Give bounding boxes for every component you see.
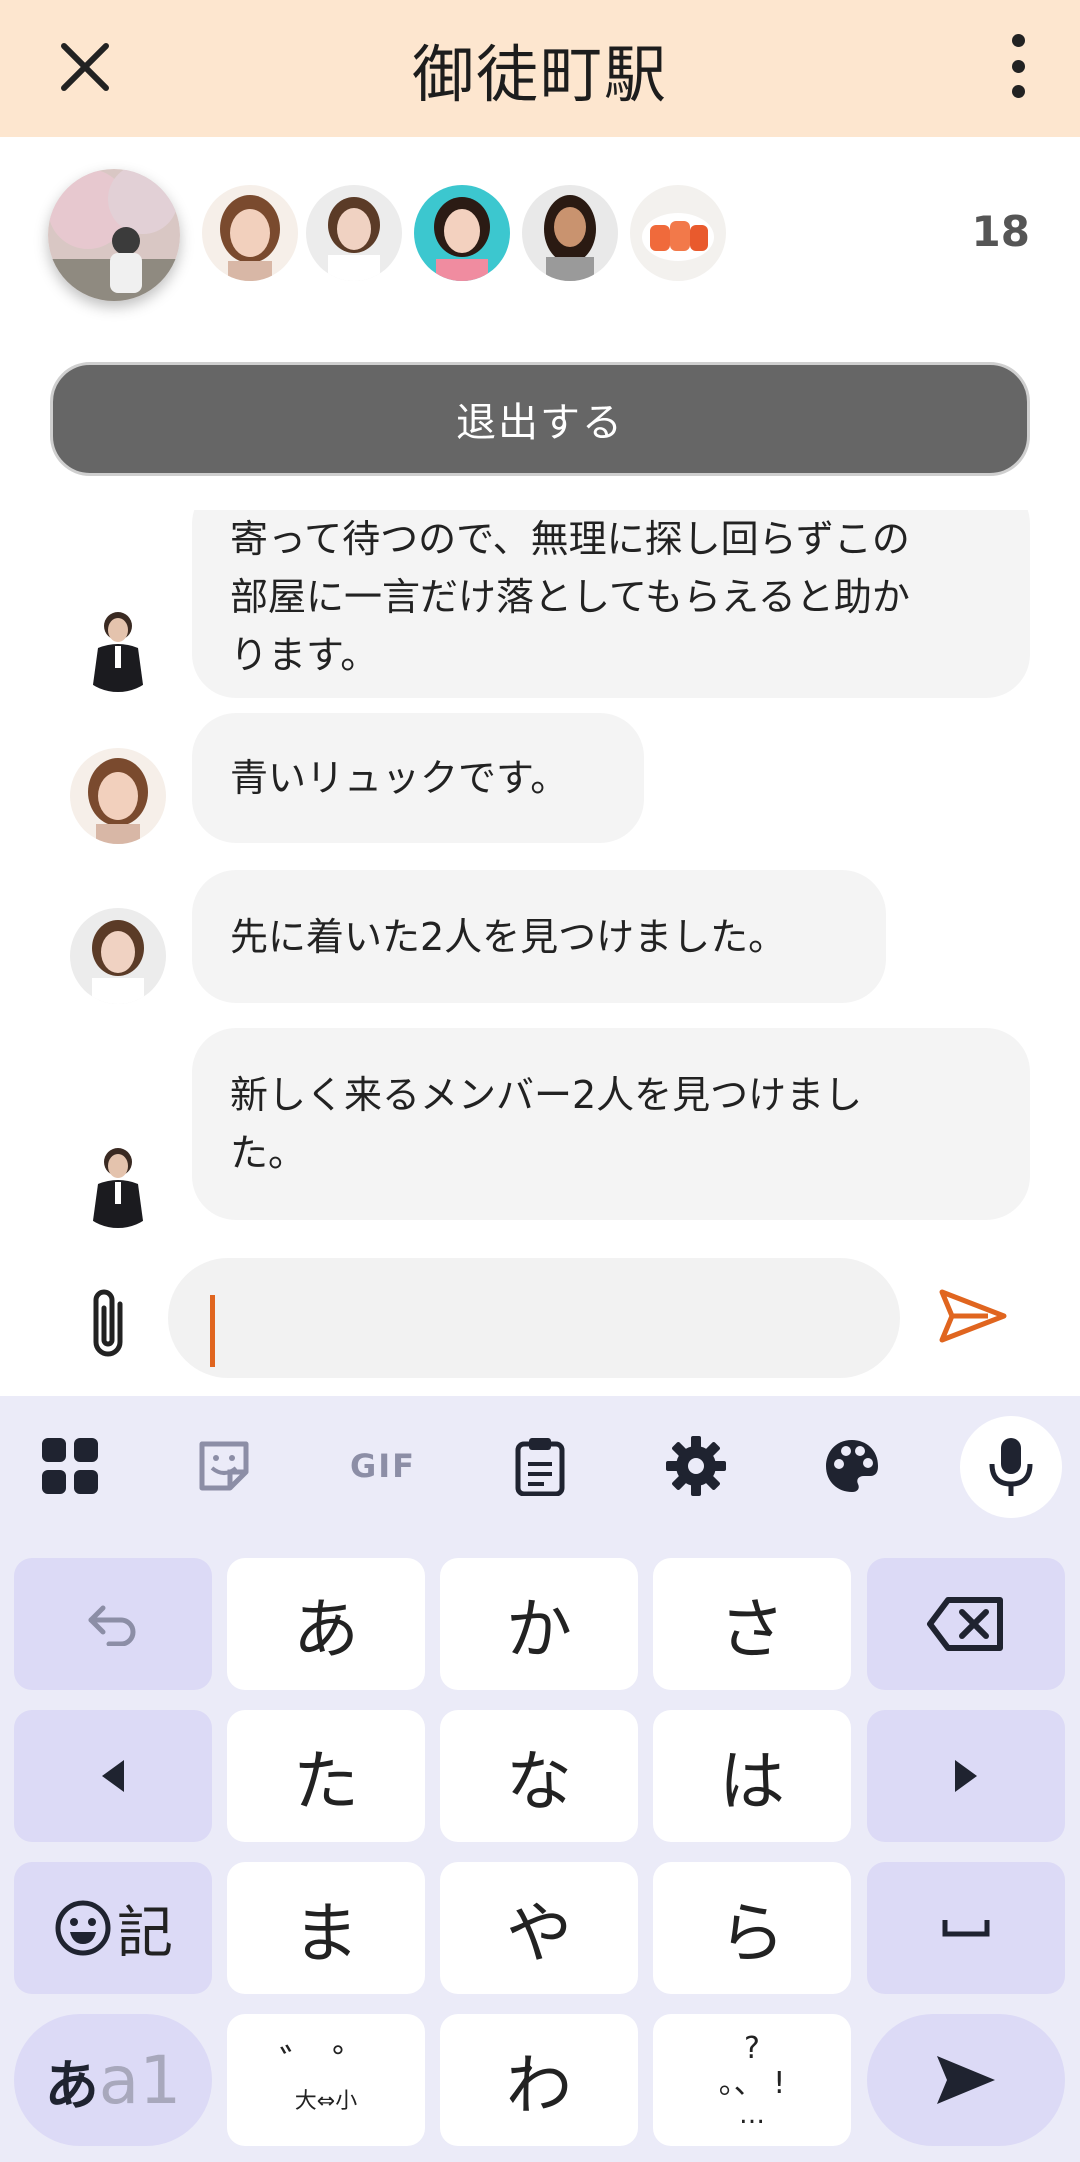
kana-key-sa[interactable]: さ <box>653 1558 851 1690</box>
dakuten-key[interactable]: ゛ ゜ 大⇔小 <box>227 2014 425 2146</box>
message-line: 部屋に一言だけ落としてもらえると助か <box>230 575 910 619</box>
message-line: 寄って待つので、無理に探し回らずこの <box>230 517 910 561</box>
attach-icon[interactable] <box>80 1284 140 1364</box>
microphone-icon <box>989 1438 1033 1496</box>
message-line: ります。 <box>230 633 379 677</box>
cursor-right-key[interactable] <box>867 1710 1065 1842</box>
member-avatar[interactable] <box>414 185 510 281</box>
message-list: 寄って待つので、無理に探し回らずこの 部屋に一言だけ落としてもらえると助か りま… <box>0 510 1080 1230</box>
message-composer <box>0 1240 1080 1395</box>
member-avatar[interactable] <box>522 185 618 281</box>
send-icon[interactable] <box>938 1286 1008 1346</box>
message-bubble: 寄って待つので、無理に探し回らずこの 部屋に一言だけ落としてもらえると助か りま… <box>192 510 1030 698</box>
keyboard: GIF あ か さ た な は 記 ま や ら あ a1 ゛ ゜ 大⇔小 わ ?… <box>0 1396 1080 2162</box>
enter-key[interactable] <box>867 2014 1065 2146</box>
close-icon[interactable] <box>50 32 120 102</box>
member-avatar[interactable] <box>202 185 298 281</box>
kana-key-ha[interactable]: は <box>653 1710 851 1842</box>
message-bubble: 新しく来るメンバー2人を見つけまし た。 <box>192 1028 1030 1220</box>
clipboard-icon[interactable] <box>502 1428 578 1504</box>
kana-key-wa[interactable]: わ <box>440 2014 638 2146</box>
more-options-icon[interactable] <box>1006 34 1030 98</box>
page-title: 御徒町駅 <box>411 37 668 111</box>
punctuation-key[interactable]: ? 。、 ! … <box>653 2014 851 2146</box>
message-line: 新しく来るメンバー2人を見つけまし <box>230 1073 863 1117</box>
top-bar: 御徒町駅 <box>0 0 1080 137</box>
member-avatar[interactable] <box>306 185 402 281</box>
kana-key-ya[interactable]: や <box>440 1862 638 1994</box>
leave-button[interactable]: 退出する <box>50 362 1030 476</box>
theme-palette-icon[interactable] <box>814 1428 890 1504</box>
undo-icon <box>88 1605 136 1646</box>
message-bubble: 先に着いた2人を見つけました。 <box>192 870 886 1003</box>
member-count: 18 <box>971 207 1030 256</box>
punct-top-label: ? <box>744 2031 760 2066</box>
backspace-key[interactable] <box>867 1558 1065 1690</box>
arrow-left-icon <box>102 1760 124 1792</box>
sticker-icon[interactable] <box>186 1428 262 1504</box>
kana-key-na[interactable]: な <box>440 1710 638 1842</box>
message-avatar <box>70 1132 166 1228</box>
backspace-icon <box>927 1597 1003 1651</box>
emoji-symbol-key[interactable]: 記 <box>14 1862 212 1994</box>
dakuten-label: ゛ ゜ <box>279 2042 373 2088</box>
punct-mid-label: 。、 ! <box>718 2066 786 2101</box>
kana-key-ka[interactable]: か <box>440 1558 638 1690</box>
kana-key-a[interactable]: あ <box>227 1558 425 1690</box>
settings-gear-icon[interactable] <box>658 1428 734 1504</box>
size-toggle-label: 大⇔小 <box>294 2089 358 2114</box>
message-avatar <box>70 596 166 692</box>
member-list: 18 <box>0 137 1080 337</box>
undo-key[interactable] <box>14 1558 212 1690</box>
symbol-label: 記 <box>117 1900 173 1966</box>
message-input[interactable] <box>168 1258 900 1378</box>
voice-input-button[interactable] <box>960 1416 1062 1518</box>
message-bubble: 青いリュックです。 <box>192 713 644 843</box>
send-arrow-icon <box>937 2056 995 2104</box>
space-icon <box>942 1920 990 1937</box>
apps-grid-icon[interactable] <box>32 1428 108 1504</box>
message-line: た。 <box>230 1131 307 1175</box>
mode-kana-label: あ <box>44 2053 99 2117</box>
input-mode-key[interactable]: あ a1 <box>14 2014 212 2146</box>
member-avatar[interactable] <box>48 169 180 301</box>
mode-alpha-label: a1 <box>98 2041 182 2119</box>
member-avatar[interactable] <box>630 185 726 281</box>
space-key[interactable] <box>867 1862 1065 1994</box>
text-cursor <box>210 1295 215 1367</box>
message-avatar <box>70 748 166 844</box>
keyboard-toolbar: GIF <box>0 1396 1080 1536</box>
kana-key-ma[interactable]: ま <box>227 1862 425 1994</box>
gif-button[interactable]: GIF <box>340 1428 426 1504</box>
punct-bottom-label: … <box>739 2100 765 2130</box>
arrow-right-icon <box>955 1760 977 1792</box>
message-line: 青いリュックです。 <box>230 756 569 800</box>
cursor-left-key[interactable] <box>14 1710 212 1842</box>
emoji-icon <box>55 1900 111 1956</box>
message-avatar <box>70 908 166 1004</box>
kana-key-ra[interactable]: ら <box>653 1862 851 1994</box>
message-line: 先に着いた2人を見つけました。 <box>230 914 787 959</box>
kana-key-ta[interactable]: た <box>227 1710 425 1842</box>
